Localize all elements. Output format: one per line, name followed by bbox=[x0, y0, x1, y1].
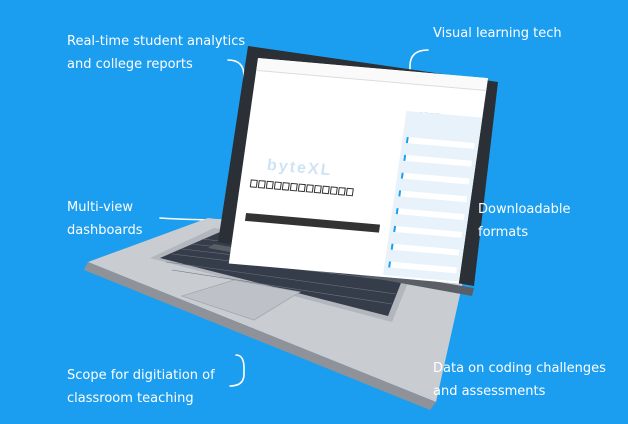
chat-message bbox=[405, 137, 475, 149]
chat-message bbox=[400, 172, 470, 185]
handwriting-row bbox=[249, 179, 378, 200]
array-cell bbox=[281, 182, 290, 191]
array-cell bbox=[297, 183, 306, 193]
chat-message bbox=[395, 208, 465, 221]
callout-coding: Data on coding challenges and assessment… bbox=[433, 357, 606, 403]
callout-downloadable-line1: Downloadable bbox=[478, 202, 571, 217]
callout-digitisation-line2: classroom teaching bbox=[67, 391, 194, 406]
array-cell bbox=[305, 184, 314, 193]
laptop-screen: byteXL bbox=[228, 58, 488, 284]
callout-coding-line1: Data on coding challenges bbox=[433, 361, 606, 376]
callout-digitisation-line1: Scope for digitiation of bbox=[67, 368, 215, 383]
callout-dashboards-line1: Multi-view bbox=[67, 200, 134, 215]
video-lecture-panel: byteXL bbox=[244, 96, 397, 233]
callout-analytics: Real-time student analytics and college … bbox=[67, 30, 245, 76]
callout-dashboards-line2: dashboards bbox=[67, 223, 143, 238]
chat-message bbox=[388, 261, 458, 274]
callout-downloadable-line2: formats bbox=[478, 225, 529, 240]
array-cell bbox=[249, 179, 258, 188]
array-cell bbox=[313, 184, 322, 194]
chat-message bbox=[393, 225, 463, 238]
callout-visual-tech-line1: Visual learning tech bbox=[433, 26, 562, 41]
array-cell bbox=[289, 182, 298, 192]
callout-digitisation: Scope for digitiation of classroom teach… bbox=[67, 364, 215, 410]
array-cell bbox=[257, 180, 266, 189]
array-cell bbox=[329, 186, 338, 195]
array-cell bbox=[321, 185, 330, 195]
chat-message bbox=[390, 243, 460, 256]
array-cell bbox=[345, 187, 354, 197]
video-controls-bar[interactable] bbox=[244, 212, 381, 233]
callout-analytics-line1: Real-time student analytics bbox=[67, 34, 246, 49]
watermark-logo: byteXL bbox=[265, 156, 334, 180]
array-cell bbox=[265, 180, 274, 190]
callout-dashboards: Multi-view dashboards bbox=[67, 196, 143, 242]
callout-coding-line2: and assessments bbox=[433, 384, 546, 399]
callout-downloadable: Downloadable formats bbox=[478, 198, 570, 244]
callout-analytics-line2: and college reports bbox=[67, 57, 193, 72]
array-cell bbox=[273, 181, 282, 190]
chat-message bbox=[403, 154, 473, 167]
callout-visual-tech: Visual learning tech bbox=[433, 22, 562, 45]
array-cell bbox=[337, 187, 346, 196]
chat-message bbox=[398, 190, 468, 203]
